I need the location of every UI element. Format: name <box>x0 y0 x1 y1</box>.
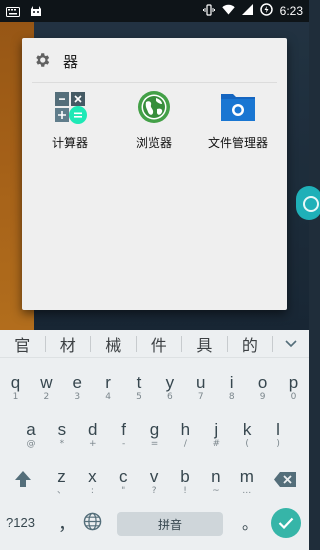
candidate-word[interactable]: 材 <box>46 332 91 356</box>
key-j[interactable]: j # <box>201 413 232 453</box>
key-f[interactable]: f- <box>108 413 139 453</box>
candidate-word[interactable]: 件 <box>137 332 182 356</box>
key-d[interactable]: d + <box>77 413 108 453</box>
enter-key[interactable] <box>271 508 301 538</box>
key-l[interactable]: l) <box>263 413 294 453</box>
app-calculator-label: 计算器 <box>51 136 88 150</box>
signal-icon <box>241 4 253 18</box>
checkmark-icon <box>278 517 294 529</box>
expand-candidates-button[interactable] <box>273 339 309 348</box>
symbols-key[interactable]: ?123 <box>6 515 35 530</box>
candidate-word[interactable]: 械 <box>91 332 136 356</box>
key-x[interactable]: x: <box>77 460 108 500</box>
key-h[interactable]: h / <box>170 413 201 453</box>
key-row-bottom: ?123 ， 拼音 。 <box>0 508 309 542</box>
key-m[interactable]: m… <box>231 460 262 500</box>
key-y[interactable]: y6 <box>154 366 185 406</box>
browser-globe-icon <box>137 90 171 128</box>
shift-arrow-icon <box>14 470 32 492</box>
key-t[interactable]: t5 <box>124 366 155 406</box>
chevron-down-icon <box>285 339 297 347</box>
folder-divider <box>32 82 277 83</box>
shift-key[interactable] <box>0 460 46 500</box>
key-a[interactable]: a @ <box>16 413 47 453</box>
app-browser[interactable]: 浏览器 <box>114 90 194 151</box>
folder-title[interactable]: 器 <box>63 51 78 72</box>
key-v[interactable]: v? <box>139 460 170 500</box>
language-globe-icon[interactable] <box>83 512 102 535</box>
edge-app-icon[interactable] <box>296 186 320 220</box>
calculator-icon <box>53 90 87 128</box>
app-browser-label: 浏览器 <box>135 136 172 150</box>
key-q[interactable]: q1 <box>0 366 31 406</box>
period-key[interactable]: 。 <box>242 510 258 534</box>
comma-key[interactable]: ， <box>58 510 76 536</box>
key-p[interactable]: p0 <box>278 366 309 406</box>
key-o[interactable]: o9 <box>247 366 278 406</box>
folder-header: 器 <box>22 38 287 82</box>
keyboard-icon <box>6 2 20 21</box>
status-time: 6:23 <box>279 4 303 18</box>
backspace-icon <box>274 472 297 491</box>
battery-charging-icon <box>259 3 273 19</box>
key-n[interactable]: n ~ <box>200 460 231 500</box>
candidate-bar: 官 材 械 件 具 的 <box>0 330 309 358</box>
key-w[interactable]: w2 <box>31 366 62 406</box>
key-r[interactable]: r4 <box>93 366 124 406</box>
key-u[interactable]: u7 <box>185 366 216 406</box>
key-i[interactable]: i8 <box>216 366 247 406</box>
key-b[interactable]: b! <box>170 460 201 500</box>
key-row-1: q1 w2 e3 r4 t5 y6 u7 i8 o9 p0 <box>0 366 309 406</box>
status-bar: 6:23 <box>0 0 309 22</box>
wifi-icon <box>221 4 235 18</box>
key-c[interactable]: c " <box>108 460 139 500</box>
soft-keyboard: 官 材 械 件 具 的 q1 w2 e3 r4 t5 y6 u7 i8 o9 p… <box>0 330 309 550</box>
space-bar-label: 拼音 <box>157 517 182 532</box>
settings-gear-icon[interactable] <box>33 51 51 73</box>
key-k[interactable]: k( <box>232 413 263 453</box>
backspace-key[interactable] <box>262 460 308 500</box>
folder-popup: 器 计算器 浏览器 文件管理器 <box>22 38 287 310</box>
key-row-3: z、 x: c " v? b! n ~ m… <box>0 460 309 500</box>
key-e[interactable]: e3 <box>62 366 93 406</box>
app-notification-icon <box>30 2 42 21</box>
app-calculator[interactable]: 计算器 <box>30 90 110 151</box>
candidate-word[interactable]: 官 <box>0 332 45 356</box>
key-s[interactable]: s * <box>46 413 77 453</box>
key-z[interactable]: z、 <box>46 460 77 500</box>
key-g[interactable]: g = <box>139 413 170 453</box>
candidate-word[interactable]: 具 <box>182 332 227 356</box>
key-row-2: a @ s * d + f- g = h / j # k( l) <box>0 413 309 453</box>
candidate-word[interactable]: 的 <box>228 332 273 356</box>
folder-camera-icon <box>219 90 257 128</box>
app-file-manager[interactable]: 文件管理器 <box>198 90 278 151</box>
space-bar[interactable]: 拼音 <box>117 512 223 536</box>
app-file-manager-label: 文件管理器 <box>207 136 268 150</box>
vibrate-icon <box>202 3 215 19</box>
